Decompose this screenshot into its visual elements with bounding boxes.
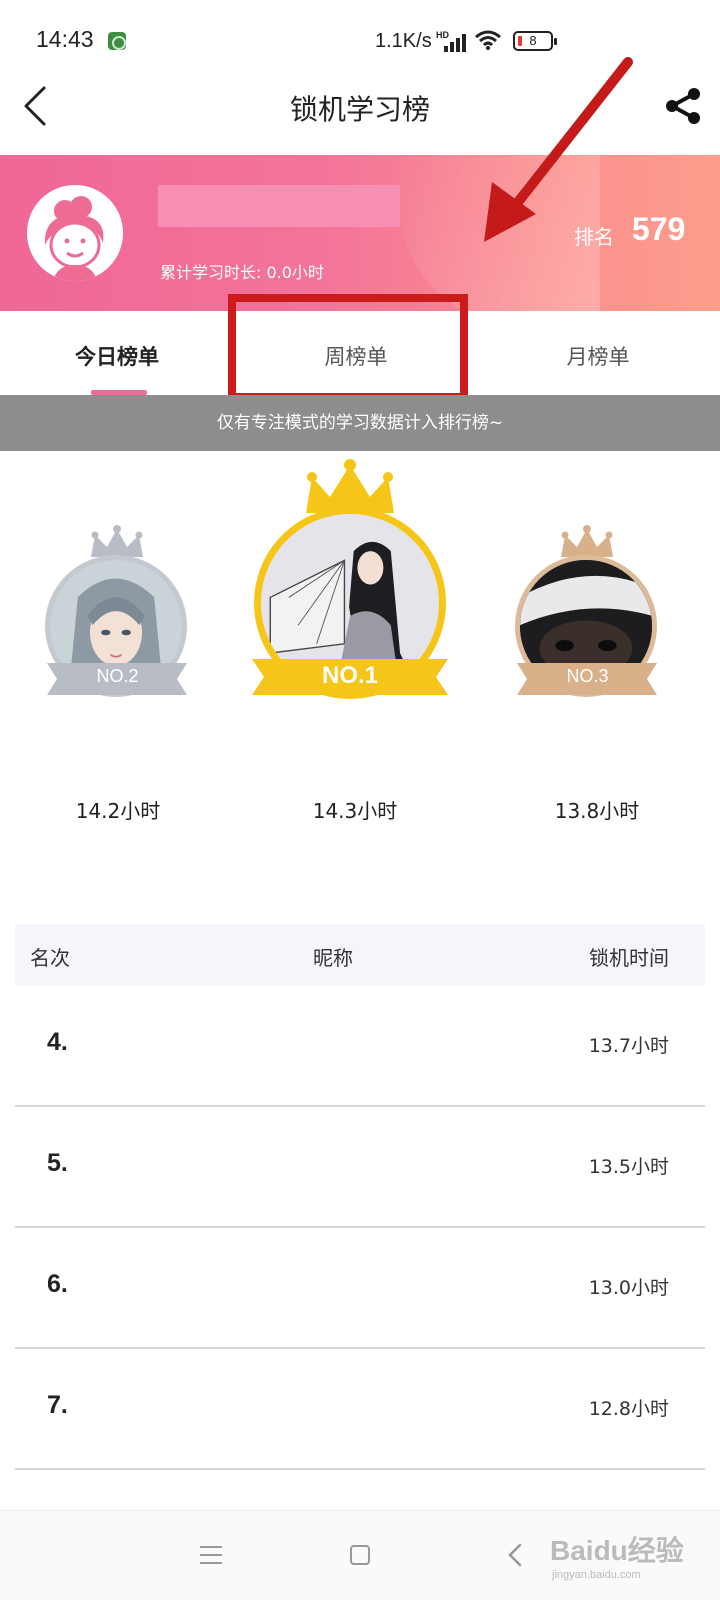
table-row[interactable]: 6. 13.0小时 <box>15 1228 705 1349</box>
badge-third: NO.3 <box>566 666 609 686</box>
row-rank: 4. <box>47 1028 68 1056</box>
podium: NO.2 NO.1 NO.3 <box>0 451 720 911</box>
table-row[interactable]: 4. 13.7小时 <box>15 986 705 1107</box>
header-rank: 名次 <box>30 946 70 970</box>
table-row[interactable]: 7. 12.8小时 <box>15 1349 705 1470</box>
leaderboard-header: 名次 昵称 锁机时间 <box>15 924 705 986</box>
tab-month[interactable]: 月榜单 <box>498 341 698 371</box>
total-study-time: 累计学习时长: 0.0小时 <box>160 263 324 282</box>
wifi-icon <box>475 30 501 50</box>
podium-third[interactable]: NO.3 <box>515 525 660 705</box>
status-time: 14:43 <box>36 26 94 52</box>
header-nickname: 昵称 <box>313 946 353 970</box>
podium-second[interactable]: NO.2 <box>45 525 190 705</box>
annotation-highlight-box <box>228 294 468 401</box>
battery-icon: 8 <box>513 31 557 51</box>
system-nav-bar: Baidu经验 jingyan.baidu.com <box>0 1510 720 1600</box>
system-back-icon[interactable] <box>504 1543 528 1567</box>
row-time: 13.7小时 <box>588 1035 669 1057</box>
podium-third-time: 13.8小时 <box>554 799 640 823</box>
badge-first: NO.1 <box>321 662 378 689</box>
row-time: 13.0小时 <box>588 1277 669 1299</box>
share-icon[interactable] <box>664 86 704 126</box>
app-notification-icon <box>108 32 126 50</box>
row-rank: 5. <box>47 1149 68 1177</box>
row-time: 13.5小时 <box>588 1156 669 1178</box>
notice-banner: 仅有专注模式的学习数据计入排行榜~ <box>0 395 720 451</box>
row-rank: 6. <box>47 1270 68 1298</box>
signal-icon <box>440 34 466 52</box>
podium-first[interactable]: NO.1 <box>250 459 450 699</box>
network-speed: 1.1K/s <box>375 30 432 52</box>
row-rank: 7. <box>47 1391 68 1419</box>
row-time: 12.8小时 <box>588 1398 669 1420</box>
podium-first-time: 14.3小时 <box>312 799 398 823</box>
username-placeholder <box>158 185 400 227</box>
home-icon[interactable] <box>350 1545 370 1565</box>
rank-value: 579 <box>632 211 686 247</box>
battery-percent: 8 <box>529 33 537 48</box>
tab-today[interactable]: 今日榜单 <box>17 341 217 371</box>
avatar[interactable] <box>27 185 123 281</box>
menu-icon[interactable] <box>200 1546 224 1566</box>
header-lock-time: 锁机时间 <box>589 946 669 970</box>
badge-second: NO.2 <box>96 666 139 686</box>
annotation-arrow-icon <box>484 57 633 242</box>
watermark: Baidu经验 <box>550 1535 684 1566</box>
podium-second-time: 14.2小时 <box>75 799 161 823</box>
table-row[interactable]: 5. 13.5小时 <box>15 1107 705 1228</box>
watermark-url: jingyan.baidu.com <box>552 1569 641 1581</box>
user-avatar-illustration <box>27 185 123 281</box>
